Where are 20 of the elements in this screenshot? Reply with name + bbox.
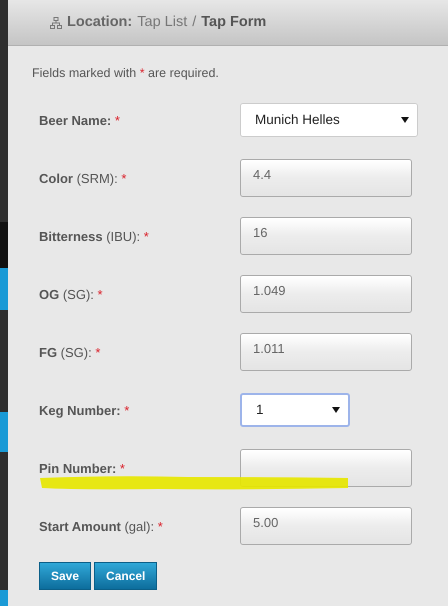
field-label: FG (SG): * <box>39 344 102 362</box>
sitemap-icon <box>50 16 62 28</box>
breadcrumb-current: Tap Form <box>201 12 266 32</box>
breadcrumb-separator: / <box>192 12 196 32</box>
field-label: Keg Number: * <box>39 402 130 420</box>
dropdown-arrow-icon <box>332 406 340 414</box>
field-label: Color (SRM): * <box>39 170 128 188</box>
save-button[interactable]: Save <box>39 562 92 590</box>
field-label: OG (SG): * <box>39 286 104 304</box>
dropdown-arrow-icon <box>401 116 409 124</box>
breadcrumb-link[interactable]: Tap List <box>137 12 188 34</box>
dropdown[interactable]: Munich Helles <box>240 103 418 138</box>
dropdown[interactable]: 1 <box>240 393 350 428</box>
field-label: Pin Number: * <box>39 460 126 478</box>
field-label: Bitterness (IBU): * <box>39 228 150 246</box>
required-note: Fields marked with * are required. <box>32 65 220 82</box>
field-label: Beer Name: * <box>39 112 121 130</box>
breadcrumb-label: Location: <box>67 12 132 32</box>
field-label: Start Amount (gal): * <box>39 518 164 536</box>
cancel-button[interactable]: Cancel <box>94 562 158 590</box>
